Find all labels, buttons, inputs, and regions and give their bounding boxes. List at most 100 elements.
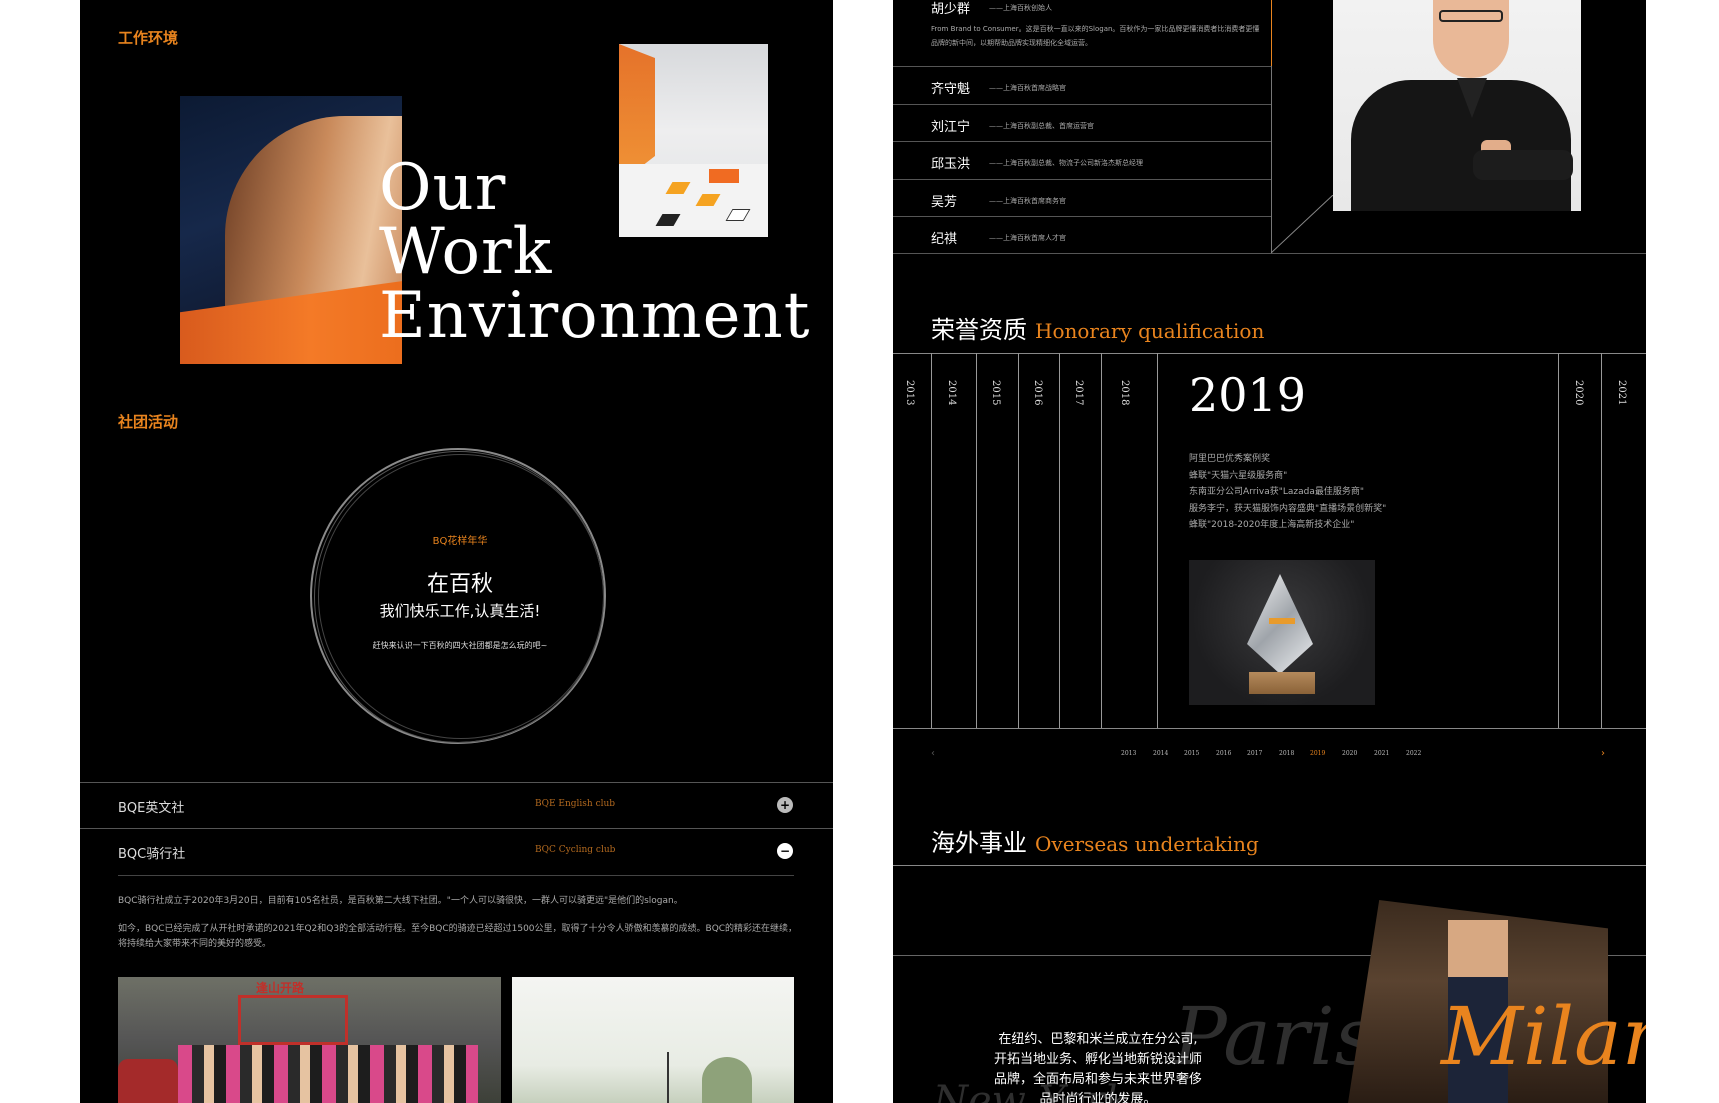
leader-title: ——上海百秋副总裁、首席运营官 [989, 122, 1094, 130]
year-tab-2018[interactable]: 2018 [1119, 380, 1130, 405]
community-label: 社团活动 [118, 413, 179, 431]
timeline-next-icon[interactable]: › [1601, 748, 1605, 759]
year-tab-2014[interactable]: 2014 [946, 380, 957, 405]
year-tab-2020[interactable]: 2020 [1573, 380, 1584, 405]
club-name: BQC骑行社 [118, 847, 186, 862]
divider [893, 141, 1271, 142]
hero-title-line-3: Environment [379, 279, 811, 353]
year-divider [1018, 353, 1019, 728]
timeline-year[interactable]: 2022 [1406, 750, 1421, 757]
diagonal-line [1271, 195, 1334, 254]
hero-title-line-1: Our [379, 151, 507, 225]
divider [893, 104, 1271, 105]
award-item: 蜂联"天猫六星级服务商" [1189, 470, 1288, 481]
club-en-name: BQC Cycling club [535, 845, 616, 855]
year-tab-2017[interactable]: 2017 [1073, 380, 1084, 405]
timeline-year[interactable]: 2014 [1153, 750, 1168, 757]
accent-line [1271, 0, 1272, 66]
award-item: 东南亚分公司Arriva获"Lazada最佳服务商" [1189, 487, 1365, 497]
honor-title-cn: 荣誉资质 [931, 316, 1027, 344]
leader-name: 邱玉洪 [931, 157, 971, 172]
trophy-image [1189, 560, 1375, 705]
divider [893, 179, 1271, 180]
club-en-name: BQE English club [535, 799, 616, 809]
founder-portrait [1333, 0, 1581, 211]
divider [893, 216, 1271, 217]
community-circle: BQ花样年华 在百秋 我们快乐工作,认真生活! 赶快来认识一下百秋的四大社团都是… [310, 448, 610, 748]
leader-row: 吴芳 ——上海百秋首席商务官 [893, 181, 1271, 218]
leader-title: ——上海百秋首席人才官 [989, 234, 1066, 242]
overseas-description: 在纽约、巴黎和米兰成立在分公司,开拓当地业务、孵化当地新锐设计师品牌，全面布局和… [993, 1032, 1202, 1103]
year-divider [931, 353, 932, 728]
leader-name: 纪祺 [931, 232, 958, 247]
divider [893, 865, 1646, 866]
hero-title: Our Work Environment [379, 156, 810, 348]
timeline-year[interactable]: 2018 [1279, 750, 1294, 757]
collapse-icon[interactable]: − [777, 843, 793, 859]
timeline-year[interactable]: 2020 [1342, 750, 1357, 757]
year-divider [1601, 353, 1602, 728]
year-tab-2016[interactable]: 2016 [1032, 380, 1043, 405]
leader-row: 刘江宁 ——上海百秋副总裁、首席运营官 [893, 106, 1271, 143]
year-divider [1558, 353, 1559, 728]
year-tab-2013[interactable]: 2013 [904, 380, 915, 405]
circle-subtitle: BQ花样年华 [432, 536, 488, 547]
expand-icon[interactable]: + [777, 797, 793, 813]
leader-row: 齐守魁 ——上海百秋首席战略官 [893, 68, 1271, 105]
year-divider [1157, 353, 1158, 728]
circle-slogan: 我们快乐工作,认真生活! [379, 602, 541, 620]
club-description-2: 如今，BQC已经完成了从开社时承诺的2021年Q2和Q3的全部活动行程。至今BQ… [118, 924, 798, 949]
leader-name: 胡少群 [931, 2, 971, 17]
circle-title: 在百秋 [426, 572, 493, 597]
left-panel: 工作环境 Our Work Environment 社团活动 BQ花样年华 在百… [80, 0, 833, 1103]
timeline-prev-icon[interactable]: ‹ [931, 748, 935, 759]
timeline-year[interactable]: 2016 [1216, 750, 1231, 757]
city-paris: Paris [1173, 990, 1376, 1083]
honor-title: 荣誉资质 Honorary qualification [931, 310, 1264, 345]
award-item: 蜂联"2018-2020年度上海高新技术企业" [1189, 520, 1355, 530]
leader-row: 邱玉洪 ——上海百秋副总裁、物流子公司新洛杰斯总经理 [893, 143, 1271, 180]
timeline-year-selected[interactable]: 2019 [1310, 750, 1325, 757]
year-tab-2015[interactable]: 2015 [990, 380, 1001, 405]
divider [893, 728, 1646, 729]
timeline-year[interactable]: 2017 [1247, 750, 1262, 757]
club-row-english[interactable]: BQE英文社 BQE English club + [80, 783, 833, 829]
right-panel: 胡少群 ——上海百秋创始人 From Brand to Consumer。这是百… [893, 0, 1646, 1103]
leader-title: ——上海百秋创始人 [989, 4, 1052, 12]
divider [893, 353, 1646, 354]
club-row-cycling[interactable]: BQC骑行社 BQC Cycling club − [80, 829, 833, 875]
leader-title: ——上海百秋首席商务官 [989, 197, 1066, 205]
leader-title: ——上海百秋首席战略官 [989, 84, 1066, 92]
work-environment-label: 工作环境 [118, 29, 179, 47]
club-description-1: BQC骑行社成立于2020年3月20日，目前有105名社员，是百秋第二大线下社团… [118, 896, 683, 906]
leader-title: ——上海百秋副总裁、物流子公司新洛杰斯总经理 [989, 159, 1143, 167]
overseas-title: 海外事业 Overseas undertaking [931, 823, 1259, 858]
selected-year: 2019 [1189, 368, 1307, 422]
timeline-year[interactable]: 2013 [1121, 750, 1136, 757]
city-milan: Milan [1441, 990, 1646, 1083]
circle-caption: 赶快来认识一下百秋的四大社团都是怎么玩的吧~ [372, 641, 548, 650]
award-item: 服务李宁，获天猫服饰内容盛典"直播场景创新奖" [1189, 503, 1387, 514]
year-divider [976, 353, 977, 728]
award-item: 阿里巴巴优秀案例奖 [1189, 454, 1271, 464]
divider [893, 253, 1646, 254]
honor-title-en: Honorary qualification [1035, 319, 1265, 343]
divider [118, 875, 794, 876]
award-list: 阿里巴巴优秀案例奖 蜂联"天猫六星级服务商" 东南亚分公司Arriva获"Laz… [1189, 451, 1386, 534]
year-divider [1059, 353, 1060, 728]
photo-sign-text: 逢山开路 [256, 981, 305, 995]
divider [893, 66, 1271, 67]
cycling-group-photo: 逢山开路 [118, 977, 501, 1103]
founder-description: From Brand to Consumer。这是百秋一直以来的Slogan。百… [931, 25, 1260, 47]
overseas-title-en: Overseas undertaking [1035, 832, 1259, 856]
leader-name: 齐守魁 [931, 82, 971, 97]
year-tab-2021[interactable]: 2021 [1616, 380, 1627, 405]
club-name: BQE英文社 [118, 801, 185, 816]
leader-name: 刘江宁 [931, 120, 971, 135]
architecture-image [180, 96, 402, 364]
timeline-year[interactable]: 2015 [1184, 750, 1199, 757]
leader-name: 吴芳 [931, 195, 958, 210]
timeline-year[interactable]: 2021 [1374, 750, 1389, 757]
year-divider [1101, 353, 1102, 728]
overseas-title-cn: 海外事业 [931, 829, 1027, 857]
